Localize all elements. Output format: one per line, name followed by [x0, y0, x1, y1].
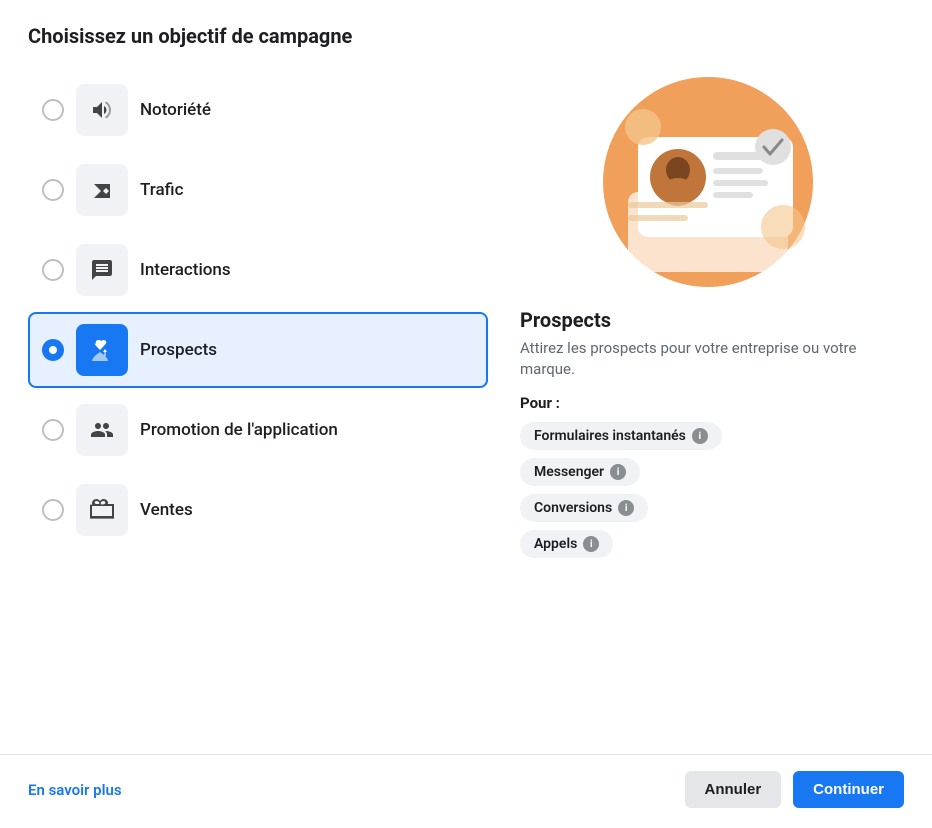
info-icon-formulaires[interactable]: i: [692, 428, 708, 444]
icon-trafic: [76, 164, 128, 216]
option-promotion[interactable]: Promotion de l'application: [28, 392, 488, 468]
icon-notoriete: [76, 84, 128, 136]
icon-ventes: [76, 484, 128, 536]
learn-more-link[interactable]: En savoir plus: [28, 781, 122, 799]
option-trafic[interactable]: Trafic: [28, 152, 488, 228]
illustration: [598, 72, 818, 292]
footer-buttons: Annuler Continuer: [685, 771, 905, 808]
description-title: Prospects: [520, 308, 904, 332]
left-panel: Notoriété Trafic: [28, 72, 488, 718]
info-icon-conversions[interactable]: i: [618, 500, 634, 516]
info-icon-appels[interactable]: i: [583, 536, 599, 552]
option-prospects[interactable]: Prospects: [28, 312, 488, 388]
tag-conversions: Conversions i: [520, 494, 648, 522]
option-ventes[interactable]: Ventes: [28, 472, 488, 548]
radio-trafic[interactable]: [42, 179, 64, 201]
radio-prospects[interactable]: [42, 339, 64, 361]
content-area: Notoriété Trafic: [28, 72, 904, 718]
tag-formulaires: Formulaires instantanés i: [520, 422, 722, 450]
tags-list: Formulaires instantanés i Messenger i Co…: [520, 422, 904, 558]
label-interactions: Interactions: [140, 260, 231, 280]
label-prospects: Prospects: [140, 340, 217, 360]
tag-messenger: Messenger i: [520, 458, 640, 486]
description-pour: Pour :: [520, 394, 904, 412]
radio-interactions[interactable]: [42, 259, 64, 281]
label-ventes: Ventes: [140, 500, 193, 520]
modal-container: Choisissez un objectif de campagne Notor…: [0, 0, 932, 738]
label-notoriete: Notoriété: [140, 100, 211, 120]
modal-footer: En savoir plus Annuler Continuer: [0, 754, 932, 828]
icon-interactions: [76, 244, 128, 296]
option-notoriete[interactable]: Notoriété: [28, 72, 488, 148]
radio-notoriete[interactable]: [42, 99, 64, 121]
label-promotion: Promotion de l'application: [140, 420, 338, 440]
tag-formulaires-label: Formulaires instantanés: [534, 428, 686, 444]
continue-button[interactable]: Continuer: [793, 771, 904, 808]
tag-appels: Appels i: [520, 530, 613, 558]
tag-appels-label: Appels: [534, 536, 577, 552]
modal-title: Choisissez un objectif de campagne: [28, 24, 904, 48]
option-interactions[interactable]: Interactions: [28, 232, 488, 308]
right-panel: Prospects Attirez les prospects pour vot…: [512, 72, 904, 718]
info-icon-messenger[interactable]: i: [610, 464, 626, 480]
tag-conversions-label: Conversions: [534, 500, 612, 516]
radio-promotion[interactable]: [42, 419, 64, 441]
label-trafic: Trafic: [140, 180, 183, 200]
icon-prospects: [76, 324, 128, 376]
tag-messenger-label: Messenger: [534, 464, 604, 480]
radio-ventes[interactable]: [42, 499, 64, 521]
icon-promotion: [76, 404, 128, 456]
cancel-button[interactable]: Annuler: [685, 771, 782, 808]
description-section: Prospects Attirez les prospects pour vot…: [512, 308, 904, 558]
description-text: Attirez les prospects pour votre entrepr…: [520, 338, 904, 380]
